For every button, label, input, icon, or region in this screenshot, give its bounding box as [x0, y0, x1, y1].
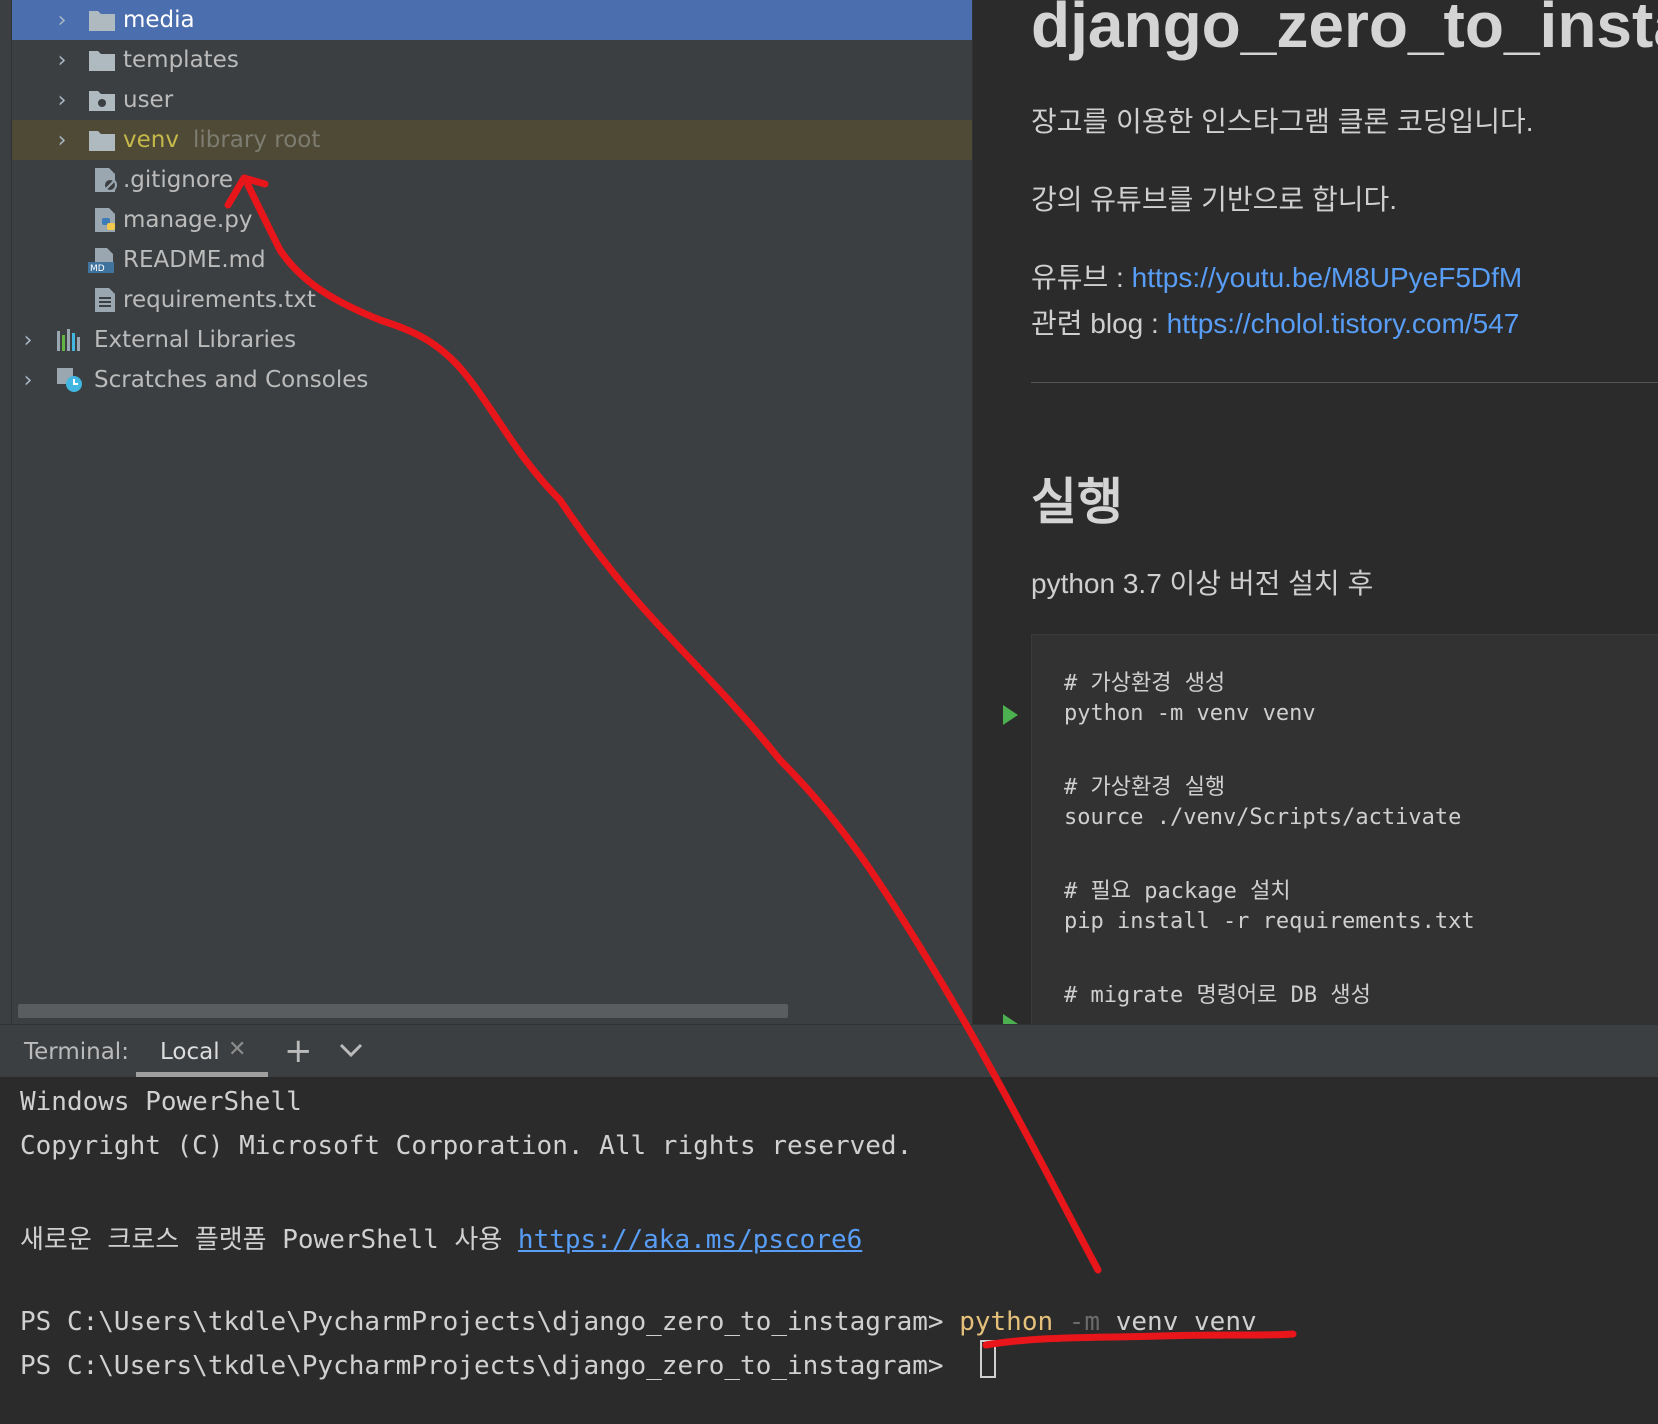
python-file-icon — [95, 208, 115, 232]
project-tree-panel: › media › templates › user › venv librar… — [12, 0, 972, 1024]
markdown-preview-panel: django_zero_to_insta 장고를 이용한 인스타그램 클론 코딩… — [972, 0, 1658, 1024]
code-block: # 가상환경 생성 python -m venv venv # 가상환경 실행 … — [1031, 634, 1658, 1024]
terminal-tab-local[interactable]: Local ✕ — [136, 1025, 268, 1077]
terminal-command-line: PS C:\Users\tkdle\PycharmProjects\django… — [20, 1307, 1257, 1337]
terminal-text: 새로운 크로스 플랫폼 PowerShell 사용 — [20, 1225, 518, 1255]
readme-title: django_zero_to_insta — [1031, 0, 1658, 61]
terminal-cursor — [980, 1340, 996, 1378]
command-python: python — [959, 1307, 1054, 1337]
chevron-right-icon[interactable]: › — [18, 360, 38, 400]
package-folder-icon — [89, 91, 115, 111]
tree-item-label: Scratches and Consoles — [94, 367, 369, 393]
scratches-clock-icon — [57, 368, 82, 392]
close-icon[interactable]: ✕ — [228, 1037, 246, 1062]
tree-item-label: templates — [123, 47, 239, 73]
terminal-label: Terminal: — [24, 1039, 129, 1065]
terminal-prompt-line: PS C:\Users\tkdle\PycharmProjects\django… — [20, 1351, 959, 1381]
tree-item-gitignore[interactable]: .gitignore — [12, 160, 972, 200]
tree-item-media[interactable]: › media — [12, 0, 972, 40]
readme-based-on: 강의 유튜브를 기반으로 합니다. — [1031, 184, 1397, 215]
chevron-right-icon[interactable]: › — [52, 0, 72, 40]
tree-item-label: External Libraries — [94, 327, 297, 353]
tree-item-label: requirements.txt — [123, 287, 316, 313]
run-heading: 실행 — [1031, 474, 1123, 530]
terminal-line: Copyright (C) Microsoft Corporation. All… — [20, 1131, 913, 1161]
chevron-right-icon[interactable]: › — [52, 40, 72, 80]
code-line: source ./venv/Scripts/activate — [1064, 805, 1462, 830]
tree-item-label: .gitignore — [123, 167, 234, 193]
tree-item-label: README.md — [123, 247, 266, 273]
library-root-hint: library root — [192, 127, 321, 153]
code-line: # 필요 package 설치 — [1064, 879, 1291, 904]
code-line: # migrate 명령어로 DB 생성 — [1064, 983, 1371, 1008]
add-terminal-icon[interactable]: + — [284, 1031, 313, 1071]
markdown-file-icon: MD — [88, 248, 114, 273]
horizontal-scrollbar[interactable] — [18, 1004, 788, 1018]
command-flag: -m — [1068, 1307, 1101, 1337]
code-line: python -m venv venv — [1064, 701, 1316, 726]
libraries-icon — [57, 329, 80, 351]
youtube-line: 유튜브 : https://youtu.be/M8UPyeF5DfM — [1031, 256, 1522, 296]
chevron-right-icon[interactable]: › — [18, 320, 38, 360]
chevron-down-icon[interactable] — [336, 1035, 366, 1065]
terminal-prompt: PS C:\Users\tkdle\PycharmProjects\django… — [20, 1351, 960, 1381]
run-icon[interactable] — [1003, 705, 1018, 725]
svg-text:MD: MD — [90, 264, 105, 273]
readme-intro: 장고를 이용한 인스타그램 클론 코딩입니다. — [1031, 106, 1534, 137]
tree-item-user[interactable]: › user — [12, 80, 972, 120]
tree-item-venv[interactable]: › venv library root — [12, 120, 972, 160]
gitignore-file-icon — [95, 168, 117, 192]
tree-item-requirements[interactable]: requirements.txt — [12, 280, 972, 320]
tree-item-manage-py[interactable]: manage.py — [12, 200, 972, 240]
terminal-line: 새로운 크로스 플랫폼 PowerShell 사용 https://aka.ms… — [20, 1219, 862, 1256]
run-icon[interactable] — [1003, 1014, 1018, 1024]
python-requirement: python 3.7 이상 버전 설치 후 — [1031, 568, 1374, 599]
folder-icon — [89, 11, 115, 31]
chevron-right-icon[interactable]: › — [52, 120, 72, 160]
text-file-icon — [95, 288, 115, 312]
code-line: # 가상환경 실행 — [1064, 775, 1226, 800]
terminal-output[interactable]: Windows PowerShell Copyright (C) Microso… — [0, 1077, 1658, 1424]
terminal-tab-label: Local — [160, 1039, 220, 1065]
chevron-right-icon[interactable]: › — [52, 80, 72, 120]
tree-item-label: venv library root — [123, 127, 320, 153]
tree-item-readme[interactable]: MD README.md — [12, 240, 972, 280]
tree-item-templates[interactable]: › templates — [12, 40, 972, 80]
folder-icon — [89, 131, 115, 151]
tree-item-label: manage.py — [123, 207, 253, 233]
folder-icon — [89, 51, 115, 71]
youtube-link[interactable]: https://youtu.be/M8UPyeF5DfM — [1132, 262, 1523, 293]
tree-item-label: user — [123, 87, 174, 113]
tool-window-strip — [0, 0, 12, 1024]
blog-link[interactable]: https://cholol.tistory.com/547 — [1167, 308, 1520, 339]
tree-item-scratches[interactable]: › Scratches and Consoles — [12, 360, 972, 400]
horizontal-rule — [1031, 382, 1658, 383]
blog-label: 관련 blog : — [1031, 308, 1167, 339]
youtube-label: 유튜브 : — [1031, 262, 1132, 293]
ide-window: › media › templates › user › venv librar… — [0, 0, 1658, 1424]
blog-line: 관련 blog : https://cholol.tistory.com/547 — [1031, 302, 1519, 342]
terminal-prompt: PS C:\Users\tkdle\PycharmProjects\django… — [20, 1307, 960, 1337]
tree-item-label: media — [123, 7, 195, 33]
tree-item-external-libraries[interactable]: › External Libraries — [12, 320, 972, 360]
command-args: venv venv — [1115, 1307, 1257, 1337]
terminal-line: Windows PowerShell — [20, 1087, 302, 1117]
venv-label: venv — [123, 127, 179, 153]
code-line: # 가상환경 생성 — [1064, 671, 1226, 696]
terminal-toolbar: Terminal: Local ✕ + — [0, 1024, 1658, 1077]
pscore6-link[interactable]: https://aka.ms/pscore6 — [518, 1225, 862, 1255]
code-line: pip install -r requirements.txt — [1064, 909, 1475, 934]
